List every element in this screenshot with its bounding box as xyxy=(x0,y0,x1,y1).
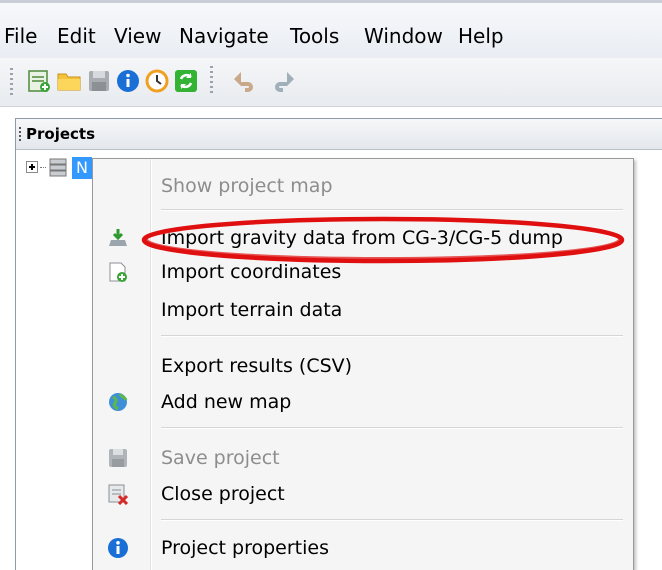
menu-item-import-gravity[interactable]: Import gravity data from CG-3/CG-5 dump xyxy=(93,221,633,255)
open-folder-icon[interactable] xyxy=(56,68,82,94)
menu-item-label: Project properties xyxy=(161,537,330,559)
menu-item-import-terrain[interactable]: Import terrain data xyxy=(93,293,633,327)
menu-navigate[interactable]: Navigate xyxy=(179,24,269,48)
menu-item-add-new-map[interactable]: Add new map xyxy=(93,385,633,419)
database-icon xyxy=(48,157,68,177)
menu-help[interactable]: Help xyxy=(458,24,504,48)
menu-separator xyxy=(161,519,623,521)
menu-item-label: Import coordinates xyxy=(161,261,342,283)
menu-edit[interactable]: Edit xyxy=(57,24,96,48)
clock-icon[interactable] xyxy=(144,68,170,94)
import-coordinates-icon xyxy=(107,261,129,283)
menu-item-label: Add new map xyxy=(161,391,292,413)
menu-item-export-results[interactable]: Export results (CSV) xyxy=(93,349,633,383)
toolbar-grip[interactable] xyxy=(10,68,13,96)
panel-title: Projects xyxy=(26,125,96,143)
menu-separator xyxy=(161,209,623,211)
redo-icon[interactable] xyxy=(268,68,294,94)
menu-item-show-project-map[interactable]: Show project map xyxy=(93,169,633,203)
refresh-icon[interactable] xyxy=(173,68,199,94)
menu-item-close-project[interactable]: Close project xyxy=(93,477,633,511)
menu-item-label: Import gravity data from CG-3/CG-5 dump xyxy=(161,227,563,249)
menu-item-label: Close project xyxy=(161,483,285,505)
undo-icon[interactable] xyxy=(232,68,258,94)
tree-connector xyxy=(40,167,46,168)
panel-header: Projects xyxy=(16,119,662,150)
new-project-icon[interactable] xyxy=(26,68,52,94)
menu-item-label: Export results (CSV) xyxy=(161,355,353,377)
menu-tools[interactable]: Tools xyxy=(290,24,339,48)
menu-item-label: Save project xyxy=(161,447,280,469)
menu-file[interactable]: File xyxy=(4,24,37,48)
close-project-icon xyxy=(107,483,129,506)
menu-item-label: Show project map xyxy=(161,175,333,197)
tree-item-project[interactable]: N xyxy=(72,157,92,179)
menu-item-save-project[interactable]: Save project xyxy=(93,441,633,475)
context-menu: Show project map Import gravity data fro… xyxy=(92,158,634,570)
menu-item-project-properties[interactable]: Project properties xyxy=(93,531,633,565)
menu-separator xyxy=(161,335,623,337)
menu-bar: File Edit View Navigate Tools Window Hel… xyxy=(0,0,662,58)
globe-add-icon xyxy=(107,391,129,413)
toolbar-separator xyxy=(210,66,213,96)
menu-item-import-coordinates[interactable]: Import coordinates xyxy=(93,255,633,289)
info-icon xyxy=(107,537,129,559)
info-icon[interactable] xyxy=(115,68,141,94)
import-gravity-icon xyxy=(107,227,129,249)
menu-item-label: Import terrain data xyxy=(161,299,343,321)
toolbar xyxy=(0,58,662,107)
panel-grip[interactable] xyxy=(19,127,21,141)
menu-view[interactable]: View xyxy=(114,24,161,48)
menu-separator xyxy=(161,427,623,429)
menu-window[interactable]: Window xyxy=(364,24,443,48)
save-disk-icon xyxy=(107,447,129,469)
save-icon[interactable] xyxy=(86,68,112,94)
tree-expand-icon[interactable] xyxy=(26,161,38,173)
